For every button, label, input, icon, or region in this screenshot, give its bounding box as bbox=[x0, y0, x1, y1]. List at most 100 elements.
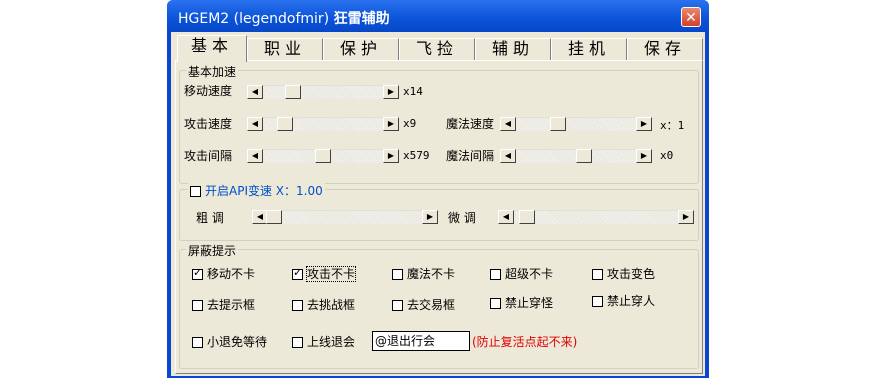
coarse-adjust-slider[interactable]: ◀ ▶ bbox=[252, 210, 438, 224]
check-no-walk-through-monster[interactable]: 禁止穿怪 bbox=[490, 294, 553, 311]
arrow-right-icon[interactable]: ▶ bbox=[636, 117, 652, 131]
revive-note: (防止复活点起不来) bbox=[472, 335, 578, 349]
tab-pickup[interactable]: 飞捡 bbox=[399, 38, 475, 60]
tab-strip: 基本 职业 保护 飞捡 辅助 挂机 保存 bbox=[177, 35, 705, 62]
check-no-walk-through-player[interactable]: 禁止穿人 bbox=[592, 292, 655, 309]
slider-thumb[interactable] bbox=[277, 117, 293, 131]
magic-interval-value: x0 bbox=[660, 149, 674, 162]
slider-thumb[interactable] bbox=[315, 149, 331, 163]
check-magic-no-lag[interactable]: 魔法不卡 bbox=[392, 265, 455, 282]
checkbox[interactable] bbox=[292, 266, 303, 280]
arrow-left-icon[interactable]: ◀ bbox=[247, 85, 263, 99]
magic-interval-slider[interactable]: ◀ ▶ bbox=[500, 149, 652, 163]
leave-guild-command-input[interactable]: @退出行会 bbox=[372, 331, 470, 351]
slider-thumb[interactable] bbox=[266, 210, 283, 224]
move-speed-slider[interactable]: ◀ ▶ bbox=[247, 85, 399, 99]
attack-interval-slider[interactable]: ◀ ▶ bbox=[247, 149, 399, 163]
check-label: 上线退会 bbox=[307, 335, 356, 349]
checkbox[interactable] bbox=[292, 300, 303, 311]
check-label: 魔法不卡 bbox=[407, 267, 456, 281]
arrow-left-icon[interactable]: ◀ bbox=[500, 149, 516, 163]
slider-thumb[interactable] bbox=[549, 117, 566, 131]
speed-group-legend: 基本加速 bbox=[186, 63, 239, 80]
slider-track[interactable] bbox=[514, 210, 678, 224]
arrow-right-icon[interactable]: ▶ bbox=[383, 85, 399, 99]
attack-speed-value: x9 bbox=[403, 117, 417, 130]
slider-track[interactable] bbox=[516, 117, 636, 131]
api-speed-group: 开启API变速 X：1.00 粗 调 ◀ ▶ 微 调 ◀ ▶ bbox=[179, 182, 699, 241]
title-bar[interactable]: HGEM2 (legendofmir) 狂雷辅助 ✕ bbox=[167, 0, 709, 32]
arrow-left-icon[interactable]: ◀ bbox=[500, 117, 516, 131]
attack-interval-label: 攻击间隔 bbox=[184, 149, 233, 163]
arrow-right-icon[interactable]: ▶ bbox=[636, 149, 652, 163]
magic-speed-value: x：1 bbox=[660, 119, 685, 132]
arrow-left-icon[interactable]: ◀ bbox=[247, 117, 263, 131]
attack-speed-slider[interactable]: ◀ ▶ bbox=[247, 117, 399, 131]
magic-speed-slider[interactable]: ◀ ▶ bbox=[500, 117, 652, 131]
arrow-right-icon[interactable]: ▶ bbox=[383, 117, 399, 131]
slider-track[interactable] bbox=[263, 85, 383, 99]
check-leave-guild-on-login[interactable]: 上线退会 bbox=[292, 333, 355, 350]
checkbox[interactable] bbox=[192, 266, 203, 280]
check-label: 超级不卡 bbox=[505, 267, 554, 281]
tab-panel-basic: 基本加速 移动速度 ◀ ▶ x14 攻击速度 ◀ ▶ x9 攻击间隔 ◀ ▶ x… bbox=[175, 60, 703, 374]
slider-thumb[interactable] bbox=[575, 149, 592, 163]
arrow-right-icon[interactable]: ▶ bbox=[678, 210, 694, 224]
arrow-left-icon[interactable]: ◀ bbox=[498, 210, 514, 224]
api-speed-toggle[interactable]: 开启API变速 X：1.00 bbox=[188, 182, 325, 199]
arrow-left-icon[interactable]: ◀ bbox=[247, 149, 263, 163]
checkbox[interactable] bbox=[592, 296, 603, 307]
check-label: 去交易框 bbox=[407, 298, 456, 312]
arrow-right-icon[interactable]: ▶ bbox=[422, 210, 438, 224]
api-speed-checkbox[interactable] bbox=[190, 186, 201, 197]
check-remove-prompt[interactable]: 去提示框 bbox=[192, 296, 255, 313]
app-window: HGEM2 (legendofmir) 狂雷辅助 ✕ 基本 职业 保护 飞捡 辅… bbox=[167, 0, 709, 378]
checkbox[interactable] bbox=[192, 337, 203, 348]
api-speed-label: 开启API变速 X：1.00 bbox=[205, 184, 323, 198]
checkbox[interactable] bbox=[392, 300, 403, 311]
magic-speed-label: 魔法速度 bbox=[446, 117, 495, 131]
coarse-adjust-label: 粗 调 bbox=[196, 211, 224, 225]
check-label: 攻击不卡 bbox=[305, 266, 357, 282]
check-label: 禁止穿怪 bbox=[505, 296, 554, 310]
close-button[interactable]: ✕ bbox=[681, 7, 701, 27]
check-move-no-lag[interactable]: 移动不卡 bbox=[192, 265, 255, 282]
check-label: 去提示框 bbox=[207, 298, 256, 312]
checkbox[interactable] bbox=[192, 300, 203, 311]
check-remove-challenge[interactable]: 去挑战框 bbox=[292, 296, 355, 313]
tab-class[interactable]: 职业 bbox=[247, 38, 323, 60]
tab-save[interactable]: 保存 bbox=[627, 38, 703, 60]
client-area: 基本 职业 保护 飞捡 辅助 挂机 保存 基本加速 移动速度 ◀ ▶ x14 攻… bbox=[171, 32, 705, 376]
tab-afk[interactable]: 挂机 bbox=[551, 38, 627, 60]
checkbox[interactable] bbox=[490, 298, 501, 309]
check-label: 小退免等待 bbox=[207, 335, 268, 349]
check-attack-no-lag[interactable]: 攻击不卡 bbox=[292, 265, 357, 282]
checkbox[interactable] bbox=[490, 269, 501, 280]
check-quick-logout[interactable]: 小退免等待 bbox=[192, 333, 267, 350]
slider-thumb[interactable] bbox=[519, 210, 536, 224]
tab-assist[interactable]: 辅助 bbox=[475, 38, 551, 60]
check-label: 移动不卡 bbox=[207, 267, 256, 281]
title-prefix: HGEM2 (legendofmir) bbox=[178, 11, 330, 27]
checkbox[interactable] bbox=[392, 269, 403, 280]
check-super-no-lag[interactable]: 超级不卡 bbox=[490, 265, 553, 282]
slider-thumb[interactable] bbox=[284, 85, 301, 99]
fine-adjust-label: 微 调 bbox=[448, 211, 476, 225]
checkbox[interactable] bbox=[592, 269, 603, 280]
move-speed-value: x14 bbox=[403, 85, 423, 98]
fine-adjust-slider[interactable]: ◀ ▶ bbox=[498, 210, 694, 224]
tab-protect[interactable]: 保护 bbox=[323, 38, 399, 60]
window-title: HGEM2 (legendofmir) 狂雷辅助 bbox=[178, 8, 390, 28]
check-label: 攻击变色 bbox=[607, 267, 656, 281]
checkbox[interactable] bbox=[292, 337, 303, 348]
arrow-right-icon[interactable]: ▶ bbox=[383, 149, 399, 163]
tab-basic[interactable]: 基本 bbox=[177, 35, 247, 62]
check-attack-color[interactable]: 攻击变色 bbox=[592, 265, 655, 282]
speed-group: 基本加速 移动速度 ◀ ▶ x14 攻击速度 ◀ ▶ x9 攻击间隔 ◀ ▶ x… bbox=[179, 63, 699, 184]
magic-interval-label: 魔法间隔 bbox=[446, 149, 495, 163]
attack-interval-value: x579 bbox=[403, 149, 430, 162]
attack-speed-label: 攻击速度 bbox=[184, 117, 233, 131]
prompt-block-group: 屏蔽提示 移动不卡 攻击不卡 魔法不卡 超级不卡 攻击变色 去提示框 去挑战框 … bbox=[179, 242, 699, 369]
check-remove-trade[interactable]: 去交易框 bbox=[392, 296, 455, 313]
slider-track[interactable] bbox=[268, 210, 422, 224]
